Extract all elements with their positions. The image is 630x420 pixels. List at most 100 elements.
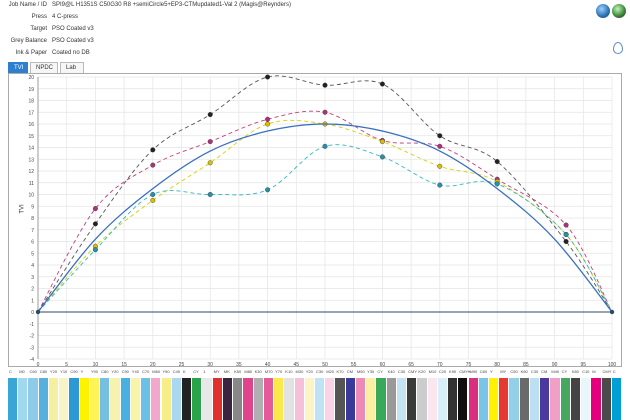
color-patch[interactable]: [130, 378, 142, 420]
patch-labels: C M0 C60 C80 Y20 Y10 C90 Y Y90 C80 Y20 C90 Y40 C70 M60…: [8, 368, 622, 378]
patch-label: K: [182, 369, 186, 374]
color-patch[interactable]: [48, 378, 60, 420]
color-patch[interactable]: [28, 378, 39, 420]
patch-label: MY: [213, 369, 220, 374]
color-patch[interactable]: [437, 378, 449, 420]
color-patch[interactable]: [222, 378, 234, 420]
data-point-0: [207, 112, 213, 118]
grey-balance-label: Grey Balance: [10, 38, 47, 44]
y-tick-label: 10: [28, 193, 34, 199]
color-patch[interactable]: [601, 378, 612, 420]
color-patch[interactable]: [8, 378, 19, 420]
color-patch[interactable]: [458, 378, 469, 420]
color-patch[interactable]: [540, 378, 551, 420]
patch-label: M: [592, 369, 596, 374]
x-tick-label: 20: [150, 362, 156, 367]
color-patch[interactable]: [509, 378, 520, 420]
target-label: Target: [30, 26, 47, 32]
color-patch[interactable]: [591, 378, 602, 420]
patch-label: M90: [469, 369, 478, 374]
target-row: Target PSO Coated v3: [0, 26, 560, 36]
color-patch[interactable]: [407, 378, 418, 420]
x-tick-label: 10: [93, 362, 99, 367]
color-patch[interactable]: [550, 378, 561, 420]
color-patch[interactable]: [345, 378, 356, 420]
color-patch[interactable]: [427, 378, 438, 420]
globe-icon[interactable]: [596, 4, 610, 18]
drop-icon[interactable]: [613, 42, 623, 54]
color-patch[interactable]: [294, 378, 305, 420]
color-patch[interactable]: [59, 378, 70, 420]
patch-label: Y70: [275, 369, 283, 374]
y-tick-label: 9: [31, 204, 34, 210]
color-patch[interactable]: [69, 378, 80, 420]
press-label: Press: [31, 14, 47, 20]
color-patch[interactable]: [253, 378, 264, 420]
color-patch[interactable]: [478, 378, 489, 420]
color-patch[interactable]: [304, 378, 315, 420]
color-patch[interactable]: [212, 378, 223, 420]
color-patch[interactable]: [284, 378, 295, 420]
color-patch[interactable]: [560, 378, 571, 420]
color-patch[interactable]: [243, 378, 254, 420]
globe-map-icon[interactable]: [612, 4, 626, 18]
color-patch[interactable]: [18, 378, 29, 420]
patch-label: C70: [142, 369, 150, 374]
y-tick-label: 7: [31, 228, 34, 234]
color-patch[interactable]: [79, 378, 90, 420]
color-patch[interactable]: [233, 378, 244, 420]
color-patch[interactable]: [611, 378, 622, 420]
color-patch[interactable]: [448, 378, 459, 420]
color-patch[interactable]: [141, 378, 152, 420]
color-patch[interactable]: [171, 378, 182, 420]
color-patch[interactable]: [376, 378, 387, 420]
color-patch[interactable]: [570, 378, 582, 420]
data-point-2: [437, 163, 443, 169]
y-tick-label: 1: [31, 298, 34, 304]
color-patch[interactable]: [274, 378, 285, 420]
patch-label: CM: [346, 369, 353, 374]
y-tick-label: 3: [31, 275, 34, 281]
color-patch[interactable]: [386, 378, 397, 420]
color-patch[interactable]: [181, 378, 193, 420]
color-patch[interactable]: [110, 378, 121, 420]
patch-label: C: [612, 369, 616, 374]
patch-label: C90: [121, 369, 129, 374]
color-patch[interactable]: [315, 378, 326, 420]
color-patch[interactable]: [417, 378, 428, 420]
color-patch[interactable]: [529, 378, 541, 420]
color-patch[interactable]: [335, 378, 346, 420]
patch-label: M50: [356, 369, 365, 374]
color-patch[interactable]: [151, 378, 162, 420]
data-point-2: [150, 197, 156, 203]
job-name-row: Job Name / ID SPI9@L H1351S C50G30 R8 +s…: [0, 2, 560, 12]
color-patch[interactable]: [263, 378, 275, 420]
data-point-1: [563, 222, 569, 228]
patch-label: MY: [500, 369, 507, 374]
patch-label: M10: [428, 369, 437, 374]
color-patch[interactable]: [468, 378, 479, 420]
x-tick-label: 70: [437, 362, 443, 367]
patch-label: CMY: [408, 369, 417, 374]
data-point-3: [563, 231, 569, 237]
color-patch[interactable]: [38, 378, 49, 420]
press-row: Press 4 C-press: [0, 14, 560, 24]
color-patch[interactable]: [192, 378, 203, 420]
color-patch[interactable]: [100, 378, 111, 420]
color-patch[interactable]: [488, 378, 500, 420]
color-patch[interactable]: [519, 378, 530, 420]
color-patch[interactable]: [499, 378, 510, 420]
patch-label: K40: [387, 369, 395, 374]
y-tick-label: -1: [30, 322, 35, 328]
patch-label: Y20: [49, 369, 58, 374]
color-patch[interactable]: [89, 378, 101, 420]
color-patch[interactable]: [161, 378, 172, 420]
color-patch[interactable]: [202, 378, 213, 420]
color-patch[interactable]: [325, 378, 336, 420]
patch-label: K60: [520, 369, 528, 374]
color-patch[interactable]: [120, 378, 131, 420]
color-patch[interactable]: [366, 378, 377, 420]
color-patch[interactable]: [581, 378, 592, 420]
color-patch[interactable]: [396, 378, 408, 420]
color-patch[interactable]: [355, 378, 367, 420]
